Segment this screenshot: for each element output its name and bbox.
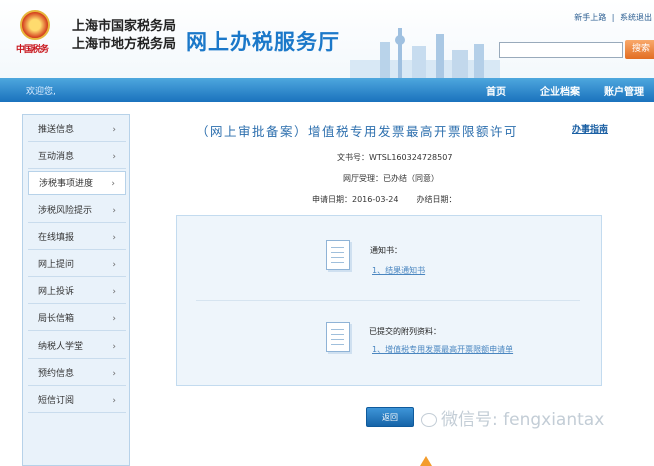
sidebar-item-label: 在线填报 [38, 233, 75, 243]
notice-document-icon [326, 240, 350, 270]
sidebar-item-label: 涉税事项进度 [39, 179, 94, 189]
top-separator: | [611, 13, 615, 22]
search-input[interactable] [499, 42, 623, 58]
document-number: 文书号：WTSL160324728507 [337, 153, 453, 162]
chevron-right-icon: › [112, 260, 116, 270]
wechat-watermark: 微信号: fengxiantax [421, 405, 604, 430]
notice-result-link[interactable]: 1、结果通知书 [372, 265, 425, 276]
sidebar-item-questions[interactable]: 网上提问 › [28, 253, 126, 277]
newbie-guide-link[interactable]: 新手上路 [574, 13, 606, 22]
sidebar: 推送信息 › 互动消息 › 涉税事项进度 › 涉税风险提示 › 在线填报 › 网… [22, 114, 130, 466]
chevron-right-icon: › [112, 396, 116, 406]
sidebar-item-label: 短信订阅 [38, 396, 75, 406]
return-button[interactable]: 返回 [366, 407, 414, 427]
portal-title: 网上办税服务厅 [186, 30, 340, 54]
sidebar-item-complaints[interactable]: 网上投诉 › [28, 280, 126, 304]
nav-enterprise-archive[interactable]: 企业档案 [540, 83, 580, 98]
bureau-names: 上海市国家税务局 上海市地方税务局 [72, 18, 176, 54]
chevron-right-icon: › [112, 342, 116, 352]
main-navbar: 欢迎您, 首页 企业档案 账户管理 [0, 78, 654, 102]
chevron-right-icon: › [111, 179, 115, 189]
skyline-illustration [350, 28, 500, 78]
sidebar-item-label: 涉税风险提示 [38, 206, 93, 216]
sidebar-item-label: 局长信箱 [38, 314, 75, 324]
attachment-document-icon [326, 322, 350, 352]
emblem-caption: 中国税务 [16, 45, 49, 55]
chevron-right-icon: › [112, 233, 116, 243]
chevron-right-icon: › [112, 152, 116, 162]
tax-emblem-logo: 中国税务 [16, 10, 54, 55]
emblem-badge-icon [20, 10, 50, 40]
sidebar-item-taxpayer-school[interactable]: 纳税人学堂 › [28, 335, 126, 359]
sidebar-item-label: 预约信息 [38, 369, 75, 379]
top-links: 新手上路 | 系统退出 [571, 12, 652, 23]
panel-divider [196, 300, 580, 301]
welcome-text: 欢迎您, [26, 87, 56, 97]
watermark-text: 微信号: fengxiantax [441, 410, 605, 430]
nav-home[interactable]: 首页 [486, 83, 506, 98]
sidebar-item-sms-subscription[interactable]: 短信订阅 › [28, 389, 126, 413]
logout-link[interactable]: 系统退出 [620, 13, 652, 22]
apply-date: 申请日期：2016-03-24 [312, 195, 399, 204]
nav-account-management[interactable]: 账户管理 [604, 83, 644, 98]
sidebar-item-appointments[interactable]: 预约信息 › [28, 362, 126, 386]
chevron-right-icon: › [112, 125, 116, 135]
page-title: （网上审批备案）增值税专用发票最高开票限额许可 [196, 124, 519, 139]
approval-status: 网厅受理：已办结（同意） [343, 174, 439, 183]
sidebar-item-messages[interactable]: 互动消息 › [28, 145, 126, 169]
sidebar-item-label: 推送信息 [38, 125, 75, 135]
wechat-icon [421, 413, 437, 427]
sidebar-item-label: 互动消息 [38, 152, 75, 162]
attachment-application-link[interactable]: 1、增值税专用发票最高开票限额申请单 [372, 344, 513, 355]
finish-date: 办结日期： [416, 195, 457, 204]
chevron-right-icon: › [112, 287, 116, 297]
notice-label: 通知书： [370, 246, 402, 255]
sidebar-item-online-filing[interactable]: 在线填报 › [28, 226, 126, 250]
sidebar-item-progress[interactable]: 涉税事项进度 › [28, 171, 126, 195]
bureau-national: 上海市国家税务局 [72, 19, 177, 34]
sidebar-item-push-info[interactable]: 推送信息 › [28, 118, 126, 142]
sidebar-item-label: 网上投诉 [38, 287, 75, 297]
chevron-right-icon: › [112, 369, 116, 379]
bureau-local: 上海市地方税务局 [72, 37, 177, 52]
sidebar-item-risk[interactable]: 涉税风险提示 › [28, 199, 126, 223]
sidebar-item-director-mailbox[interactable]: 局长信箱 › [28, 307, 126, 331]
header: 中国税务 上海市国家税务局 上海市地方税务局 网上办税服务厅 新手上路 | 系统… [0, 0, 654, 78]
sidebar-item-label: 网上提问 [38, 260, 75, 270]
chevron-right-icon: › [112, 314, 116, 324]
attachments-label: 已提交的附列资料： [369, 327, 441, 336]
guide-link[interactable]: 办事指南 [572, 122, 608, 135]
sidebar-item-label: 纳税人学堂 [38, 342, 84, 352]
search-button[interactable]: 搜索 [625, 40, 654, 59]
date-row: 申请日期：2016-03-24 办结日期： [312, 194, 457, 205]
cursor-arrow-icon [420, 456, 432, 466]
chevron-right-icon: › [112, 206, 116, 216]
